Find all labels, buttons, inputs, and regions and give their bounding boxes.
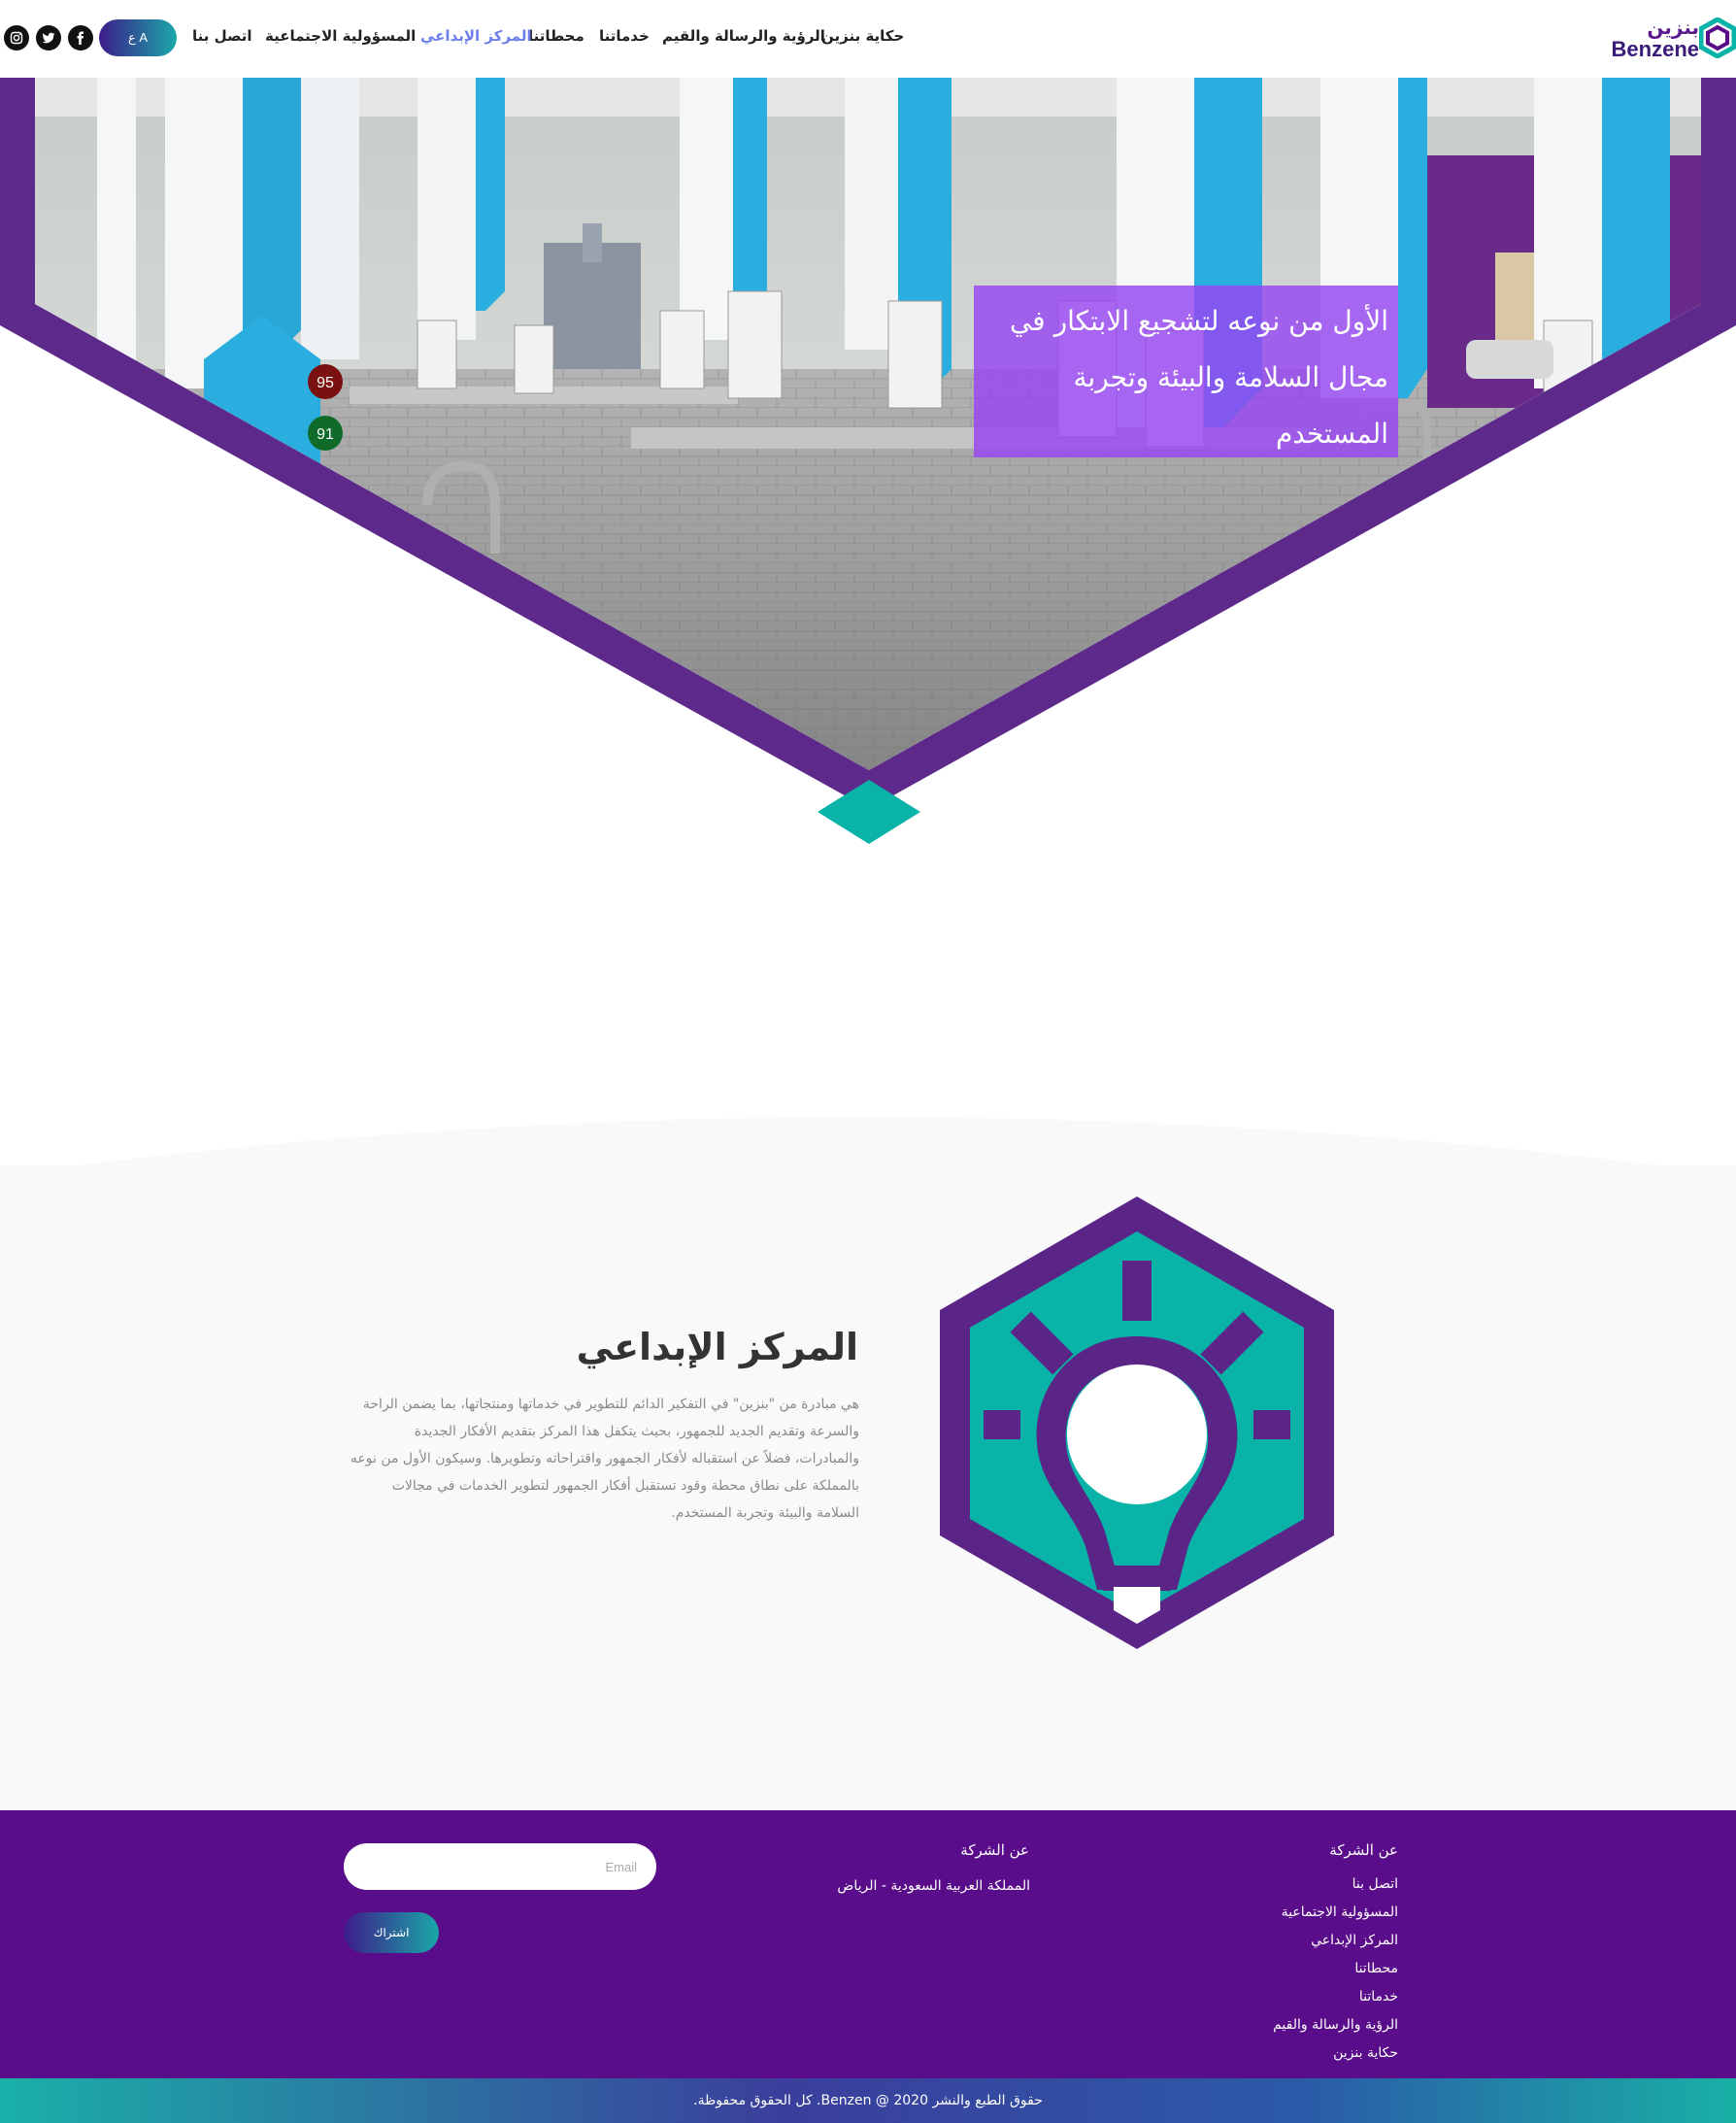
hero-caption-box: الأول من نوعه لتشجيع الابتكار في مجال ال… <box>974 286 1398 457</box>
copyright-bar: حقوق الطبع والنشر 2020 @ Benzen. كل الحق… <box>0 2078 1736 2123</box>
innovation-description: هي مبادرة من "بنزين" في التفكير الدائم ل… <box>350 1397 859 1521</box>
nav-item-stations[interactable]: محطاتنا <box>528 27 584 45</box>
copyright-text: حقوق الطبع والنشر 2020 @ Benzen. كل الحق… <box>693 2093 1043 2108</box>
footer-link-social-responsibility[interactable]: المسؤولية الاجتماعية <box>1282 1904 1398 1920</box>
footer-about-title: عن الشركة <box>960 1841 1029 1859</box>
logo-english-text: Benzene <box>1611 37 1699 61</box>
footer-link-contact[interactable]: اتصل بنا <box>1352 1876 1398 1892</box>
nav-item-social-responsibility[interactable]: المسؤولية الاجتماعية <box>265 27 416 45</box>
instagram-icon[interactable] <box>4 25 29 51</box>
hero-tagline: الأول من نوعه لتشجيع الابتكار في مجال ال… <box>1009 305 1388 450</box>
nav-item-vision-mission[interactable]: الرؤية والرسالة والقيم <box>662 27 825 45</box>
footer-link-innovation-center[interactable]: المركز الإبداعي <box>1311 1933 1398 1948</box>
language-toggle-button[interactable]: ع A <box>99 19 177 56</box>
benzene-logo[interactable]: بنزين Benzene <box>1612 16 1736 62</box>
svg-text:91: 91 <box>317 426 334 443</box>
svg-text:95: 95 <box>317 375 334 391</box>
facebook-icon[interactable] <box>68 25 93 51</box>
hero-section: 95 91 الأول من نوعه لتشجيع الابتكار في م… <box>0 78 1736 855</box>
nav-item-benzene-story[interactable]: حكاية بنزين <box>821 27 904 45</box>
newsletter-email-input[interactable] <box>344 1843 656 1890</box>
innovation-section <box>0 1165 1736 1810</box>
footer-link-vision-mission[interactable]: الرؤية والرسالة والقيم <box>1273 2017 1398 2033</box>
twitter-icon[interactable] <box>36 25 61 51</box>
logo-hexagon-icon <box>1699 17 1736 58</box>
site-footer <box>0 1810 1736 2078</box>
footer-link-benzene-story[interactable]: حكاية بنزين <box>1333 2045 1398 2061</box>
nav-item-contact[interactable]: اتصل بنا <box>192 27 252 45</box>
footer-link-stations[interactable]: محطاتنا <box>1354 1961 1398 1976</box>
site-header: بنزين Benzene حكاية بنزين الرؤية والرسال… <box>0 0 1736 78</box>
subscribe-button[interactable]: اشتراك <box>344 1912 439 1953</box>
innovation-title: المركز الإبداعي <box>576 1326 858 1368</box>
footer-address: المملكة العربية السعودية - الرياض <box>837 1878 1030 1894</box>
nav-item-services[interactable]: خدماتنا <box>599 27 650 45</box>
logo-arabic-text: بنزين <box>1647 16 1699 39</box>
nav-item-innovation-center[interactable]: المركز الإبداعي <box>420 27 532 45</box>
hero-station-image: 95 91 <box>0 78 1736 844</box>
lightbulb-hexagon-icon <box>940 1196 1334 1649</box>
footer-link-services[interactable]: خدماتنا <box>1359 1989 1398 2005</box>
footer-company-title: عن الشركة <box>1329 1841 1398 1859</box>
